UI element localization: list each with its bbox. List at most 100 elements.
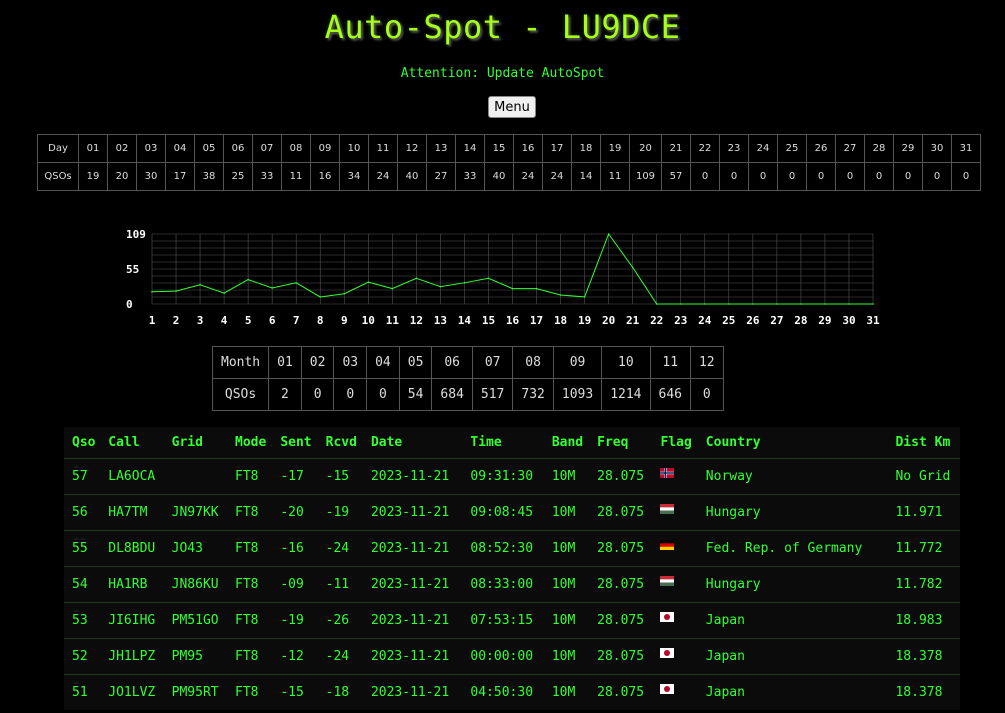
freq-cell: 28.075 bbox=[589, 674, 653, 710]
day-cell: 17 bbox=[542, 134, 572, 163]
data-point bbox=[199, 283, 201, 286]
month-cell: 07 bbox=[471, 346, 514, 379]
time-cell: 09:08:45 bbox=[462, 494, 544, 531]
grid-cell: JN97KK bbox=[163, 494, 227, 531]
x-tick-label: 13 bbox=[434, 314, 447, 327]
menu-button[interactable]: Menu bbox=[488, 96, 536, 118]
table-row: 55 DL8BDU JO43 FT8 -16 -24 2023-11-21 08:52:30 1… bbox=[64, 530, 960, 567]
day-count-cell: 38 bbox=[194, 162, 224, 191]
data-point bbox=[848, 303, 850, 305]
data-point bbox=[343, 292, 346, 295]
x-tick-label: 19 bbox=[578, 314, 591, 327]
day-cell: 25 bbox=[777, 134, 807, 163]
day-cell: 28 bbox=[864, 134, 894, 163]
column-header: Sent bbox=[280, 435, 312, 450]
x-tick-label: 18 bbox=[554, 314, 567, 327]
x-tick-label: 4 bbox=[221, 314, 228, 327]
hungary-flag-icon bbox=[660, 575, 675, 586]
day-count-cell: 20 bbox=[107, 162, 137, 191]
month-cell: 05 bbox=[398, 346, 433, 379]
day-cell: 18 bbox=[571, 134, 601, 163]
grid-cell: PM95RT bbox=[163, 674, 227, 710]
x-tick-label: 14 bbox=[458, 314, 472, 327]
x-tick-label: 9 bbox=[341, 314, 348, 327]
data-point bbox=[679, 303, 682, 305]
dist-cell: No Grid bbox=[887, 458, 960, 495]
daily-qso-table: Day 01 02 03 04 05 06 07 08 09 10 11 12 13 14 15 16 17 18… bbox=[37, 134, 981, 191]
data-point bbox=[872, 303, 874, 305]
column-header: Date bbox=[370, 435, 403, 450]
update-notice: Attention: Update AutoSpot bbox=[400, 66, 605, 81]
rcvd-cell: -15 bbox=[317, 458, 363, 495]
day-count-cell: 0 bbox=[690, 162, 720, 191]
month-cell: 12 bbox=[689, 346, 724, 379]
column-header: Qso bbox=[72, 435, 96, 450]
data-point bbox=[776, 303, 778, 305]
qso-cell: 57 bbox=[64, 458, 101, 495]
x-tick-label: 17 bbox=[530, 314, 543, 327]
x-tick-label: 26 bbox=[746, 314, 760, 327]
month-cell: 06 bbox=[431, 346, 473, 379]
day-count-cell: 24 bbox=[513, 162, 543, 191]
day-cell: 19 bbox=[600, 134, 630, 163]
table-row: 53 JI6IHG PM51GO FT8 -19 -26 2023-11-21 07:53:1… bbox=[64, 602, 960, 639]
day-count-cell: 0 bbox=[748, 162, 778, 191]
call-cell: DL8BDU bbox=[100, 530, 164, 567]
day-count-cell: 0 bbox=[835, 162, 865, 191]
band-cell: 10M bbox=[543, 674, 590, 710]
qso-cell: 53 bbox=[64, 602, 101, 639]
dist-cell: 11.971 bbox=[887, 494, 960, 531]
japan-flag-icon bbox=[660, 611, 675, 622]
data-point bbox=[415, 277, 418, 280]
grid-cell: PM95 bbox=[163, 638, 227, 675]
day-count-cell: 0 bbox=[777, 162, 807, 191]
data-point bbox=[583, 296, 586, 298]
x-tick-label: 30 bbox=[842, 314, 855, 327]
column-header: Rcvd bbox=[325, 435, 357, 450]
date-cell: 2023-11-21 bbox=[362, 494, 463, 531]
month-cell: 04 bbox=[366, 346, 400, 379]
flag-cell bbox=[652, 602, 698, 639]
data-point bbox=[607, 233, 610, 235]
day-count-cell: 33 bbox=[252, 162, 282, 191]
time-cell: 09:31:30 bbox=[462, 458, 544, 495]
x-tick-label: 29 bbox=[818, 314, 831, 327]
x-tick-label: 8 bbox=[317, 314, 324, 327]
freq-cell: 28.075 bbox=[589, 530, 653, 567]
x-tick-label: 3 bbox=[197, 314, 204, 327]
month-cell: 08 bbox=[512, 346, 554, 379]
japan-flag-icon bbox=[660, 647, 675, 658]
day-cell: 02 bbox=[107, 134, 137, 163]
x-tick-label: 23 bbox=[674, 314, 687, 327]
month-count-cell: 1214 bbox=[601, 378, 651, 411]
day-count-cell: 30 bbox=[136, 162, 166, 191]
mode-cell: FT8 bbox=[227, 494, 273, 531]
qsos-label: QSOs bbox=[37, 162, 79, 191]
x-tick-label: 11 bbox=[386, 314, 400, 327]
table-row: 51 JO1LVZ PM95RT FT8 -15 -18 2023-11-21 04:50:3… bbox=[64, 674, 960, 710]
qso-cell: 56 bbox=[64, 494, 101, 531]
grid-cell: JN86KU bbox=[163, 566, 227, 603]
month-cell: 01 bbox=[268, 346, 302, 379]
data-point bbox=[703, 303, 706, 305]
norway-flag-icon bbox=[660, 467, 675, 478]
page-title: Auto-Spot - LU9DCE bbox=[324, 8, 681, 46]
data-point bbox=[391, 287, 394, 290]
day-count-cell: 24 bbox=[542, 162, 572, 191]
sent-cell: -09 bbox=[272, 566, 318, 603]
column-header: Flag bbox=[660, 435, 692, 450]
month-count-cell: 0 bbox=[300, 378, 335, 411]
japan-flag-icon bbox=[660, 683, 675, 694]
day-cell: 12 bbox=[397, 134, 427, 163]
x-tick-label: 21 bbox=[626, 314, 640, 327]
day-cell: 23 bbox=[719, 134, 749, 163]
qso-cell: 52 bbox=[64, 638, 101, 675]
freq-cell: 28.075 bbox=[589, 458, 653, 495]
date-cell: 2023-11-21 bbox=[362, 638, 463, 675]
day-count-cell: 0 bbox=[864, 162, 894, 191]
time-cell: 08:33:00 bbox=[462, 566, 544, 603]
data-point bbox=[511, 287, 514, 290]
month-cell: 10 bbox=[601, 346, 651, 379]
y-tick-label: 109 bbox=[126, 228, 146, 241]
date-cell: 2023-11-21 bbox=[362, 530, 463, 567]
